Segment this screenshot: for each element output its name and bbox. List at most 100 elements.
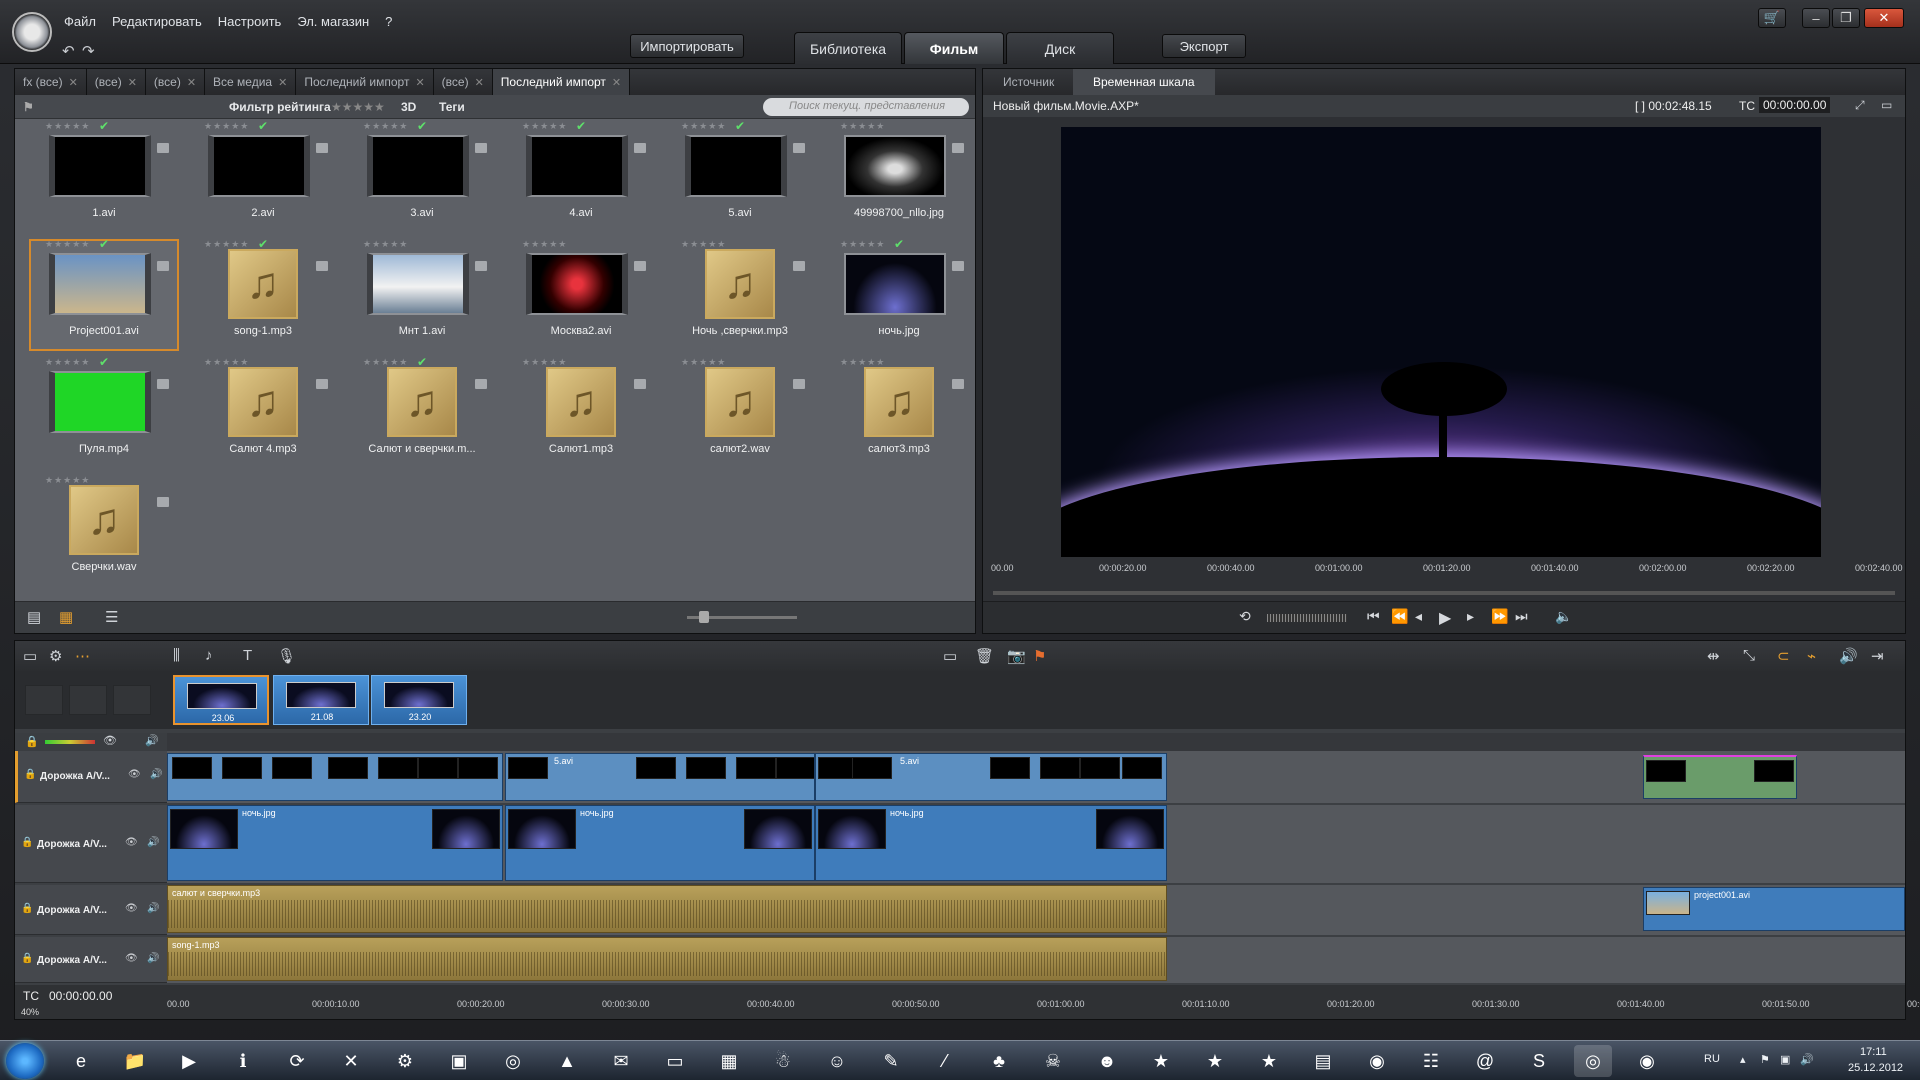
rating-stars[interactable]: ★★★★★ bbox=[45, 239, 90, 250]
monitor-icon[interactable]: ☷ bbox=[1412, 1045, 1450, 1077]
close-icon[interactable]: ✕ bbox=[278, 76, 287, 89]
timeline-clip[interactable]: project001.avi bbox=[1643, 887, 1905, 931]
asset-item[interactable]: ★★★★★ ✔ 3.avi bbox=[347, 119, 497, 233]
preview-screen[interactable] bbox=[1061, 127, 1821, 557]
asset-menu-icon[interactable] bbox=[316, 261, 328, 271]
asset-menu-icon[interactable] bbox=[634, 379, 646, 389]
rating-stars[interactable]: ★★★★★ bbox=[522, 121, 567, 132]
close-icon[interactable]: ✕ bbox=[475, 76, 484, 89]
asset-menu-icon[interactable] bbox=[475, 261, 487, 271]
rating-filter-stars[interactable]: ★★★★★ bbox=[331, 100, 385, 114]
voice-over-icon[interactable]: 🎙 bbox=[277, 647, 296, 665]
asset-item[interactable]: ★★★★★ ✔ Project001.avi bbox=[29, 237, 179, 351]
menu-edit[interactable]: Редактировать bbox=[112, 14, 202, 29]
rating-stars[interactable]: ★★★★★ bbox=[45, 121, 90, 132]
navigator-icon[interactable]: ▭ bbox=[23, 647, 37, 665]
timeline-clip[interactable]: ночь.jpg bbox=[505, 805, 815, 881]
layout-icon[interactable]: ▭ bbox=[1881, 98, 1892, 112]
previous-icon[interactable]: ⏪ bbox=[1391, 608, 1408, 625]
app-logo-icon[interactable] bbox=[12, 12, 52, 52]
storyboard-slot[interactable] bbox=[69, 685, 107, 715]
asset-menu-icon[interactable] bbox=[316, 143, 328, 153]
storyboard-slot[interactable] bbox=[25, 685, 63, 715]
asset-item[interactable]: ★★★★★ ✔ ♫ Салют и сверчки.m... bbox=[347, 355, 497, 469]
menu-store[interactable]: Эл. магазин bbox=[297, 14, 369, 29]
trim-icon[interactable]: ⇹ bbox=[1707, 647, 1720, 665]
info-icon[interactable]: ℹ bbox=[224, 1045, 262, 1077]
library-tab[interactable]: Последний импорт ✕ bbox=[296, 69, 434, 95]
ie-icon[interactable]: e bbox=[62, 1045, 100, 1077]
rating-stars[interactable]: ★★★★★ bbox=[681, 121, 726, 132]
timeline-clip[interactable] bbox=[167, 753, 503, 801]
play-icon[interactable]: ▶ bbox=[1439, 608, 1451, 628]
trooper-icon[interactable]: ☃ bbox=[764, 1045, 802, 1077]
network-icon[interactable]: ▣ bbox=[1780, 1053, 1790, 1066]
snapshot-icon[interactable]: 📷 bbox=[1007, 647, 1026, 665]
cart-icon[interactable]: 🛒 bbox=[1758, 8, 1786, 28]
firefox-icon[interactable]: ◉ bbox=[1358, 1045, 1396, 1077]
clock-date[interactable]: 25.12.2012 bbox=[1848, 1062, 1903, 1074]
ripple-icon[interactable]: ⌁ bbox=[1807, 647, 1816, 665]
gear-icon[interactable]: ⚙ bbox=[49, 647, 62, 665]
timeline-ruler[interactable]: 00.00 00:00:10.00 00:00:20.00 00:00:30.00 00… bbox=[167, 985, 1920, 1019]
timeline-clip[interactable] bbox=[1643, 755, 1797, 799]
asset-item[interactable]: ★★★★★ Мнт 1.avi bbox=[347, 239, 497, 351]
alien-icon[interactable]: ☺ bbox=[818, 1045, 856, 1077]
preview-ruler[interactable]: 00.00 00:00:20.00 00:00:40.00 00:01:00.00 00… bbox=[991, 563, 1903, 591]
leaf-icon[interactable]: ♣ bbox=[980, 1045, 1018, 1077]
browser-icon[interactable]: ▤ bbox=[27, 608, 41, 626]
lock-icon[interactable]: 🔒 bbox=[21, 953, 33, 964]
close-icon[interactable]: ✕ bbox=[69, 76, 78, 89]
grid-view-icon[interactable]: ▦ bbox=[59, 608, 73, 626]
timeline-clip[interactable]: салют и сверчки.mp3 bbox=[167, 885, 1167, 933]
asset-menu-icon[interactable] bbox=[316, 379, 328, 389]
lock-icon[interactable]: 🔒 bbox=[21, 903, 33, 914]
clock-time[interactable]: 17:11 bbox=[1860, 1046, 1887, 1058]
eye-icon[interactable]: 👁 bbox=[125, 837, 138, 848]
asset-item[interactable]: ★★★★★ ✔ Пуля.mp4 bbox=[29, 355, 179, 469]
asset-menu-icon[interactable] bbox=[634, 143, 646, 153]
tray-arrow-icon[interactable]: ▴ bbox=[1740, 1053, 1746, 1066]
timecode-field[interactable]: 00:00:00.00 bbox=[49, 989, 112, 1003]
asset-menu-icon[interactable] bbox=[952, 379, 964, 389]
stripes-icon[interactable]: ⁄ bbox=[926, 1045, 964, 1077]
asset-menu-icon[interactable] bbox=[952, 261, 964, 271]
archive-icon[interactable]: ▦ bbox=[710, 1045, 748, 1077]
avast-icon[interactable]: ▲ bbox=[548, 1045, 586, 1077]
rating-stars[interactable]: ★★★★★ bbox=[204, 121, 249, 132]
rating-stars[interactable]: ★★★★★ bbox=[363, 121, 408, 132]
asset-menu-icon[interactable] bbox=[157, 379, 169, 389]
skull-icon[interactable]: ☠ bbox=[1034, 1045, 1072, 1077]
timeline-clip[interactable]: 5.avi bbox=[505, 753, 815, 801]
eye-icon[interactable]: 👁 bbox=[125, 903, 138, 914]
rating-stars[interactable]: ★★★★★ bbox=[363, 239, 408, 250]
speaker-icon[interactable]: 🔊 bbox=[150, 769, 162, 780]
asset-item[interactable]: ★★★★★ ✔ 4.avi bbox=[506, 119, 656, 233]
speaker-icon[interactable]: 🔊 bbox=[147, 903, 159, 914]
library-tab[interactable]: fx (все) ✕ bbox=[15, 69, 87, 95]
library-tab[interactable]: Все медиа ✕ bbox=[205, 69, 297, 95]
magnet-icon[interactable]: ⊂ bbox=[1777, 647, 1790, 665]
slider-handle[interactable] bbox=[699, 611, 709, 623]
asset-menu-icon[interactable] bbox=[952, 143, 964, 153]
close-icon[interactable]: ✕ bbox=[612, 76, 621, 89]
pinnacle-icon[interactable]: ◎ bbox=[494, 1045, 532, 1077]
asset-menu-icon[interactable] bbox=[793, 261, 805, 271]
rating-stars[interactable]: ★★★★★ bbox=[522, 239, 567, 250]
folder-icon[interactable]: 📁 bbox=[116, 1045, 154, 1077]
timeline-clip[interactable]: 5.avi bbox=[815, 753, 1167, 801]
close-icon[interactable]: ✕ bbox=[128, 76, 137, 89]
library-tab[interactable]: (все) ✕ bbox=[87, 69, 146, 95]
asset-item[interactable]: ★★★★★ ♫ салют3.mp3 bbox=[824, 357, 974, 469]
marker-icon[interactable]: ⚑ bbox=[1033, 647, 1046, 665]
timeline-clip[interactable]: song-1.mp3 bbox=[167, 937, 1167, 981]
list-view-icon[interactable]: ☰ bbox=[105, 608, 118, 626]
eye-icon[interactable]: 👁 bbox=[103, 734, 117, 747]
asset-menu-icon[interactable] bbox=[157, 261, 169, 271]
speaker-icon[interactable]: 🔊 bbox=[145, 734, 159, 747]
eye-icon[interactable]: 👁 bbox=[128, 769, 141, 780]
tab-source[interactable]: Источник bbox=[983, 69, 1074, 95]
import-button[interactable]: Импортировать bbox=[630, 34, 744, 58]
eye-icon[interactable]: 👁 bbox=[125, 953, 138, 964]
language-indicator[interactable]: RU bbox=[1704, 1053, 1720, 1065]
